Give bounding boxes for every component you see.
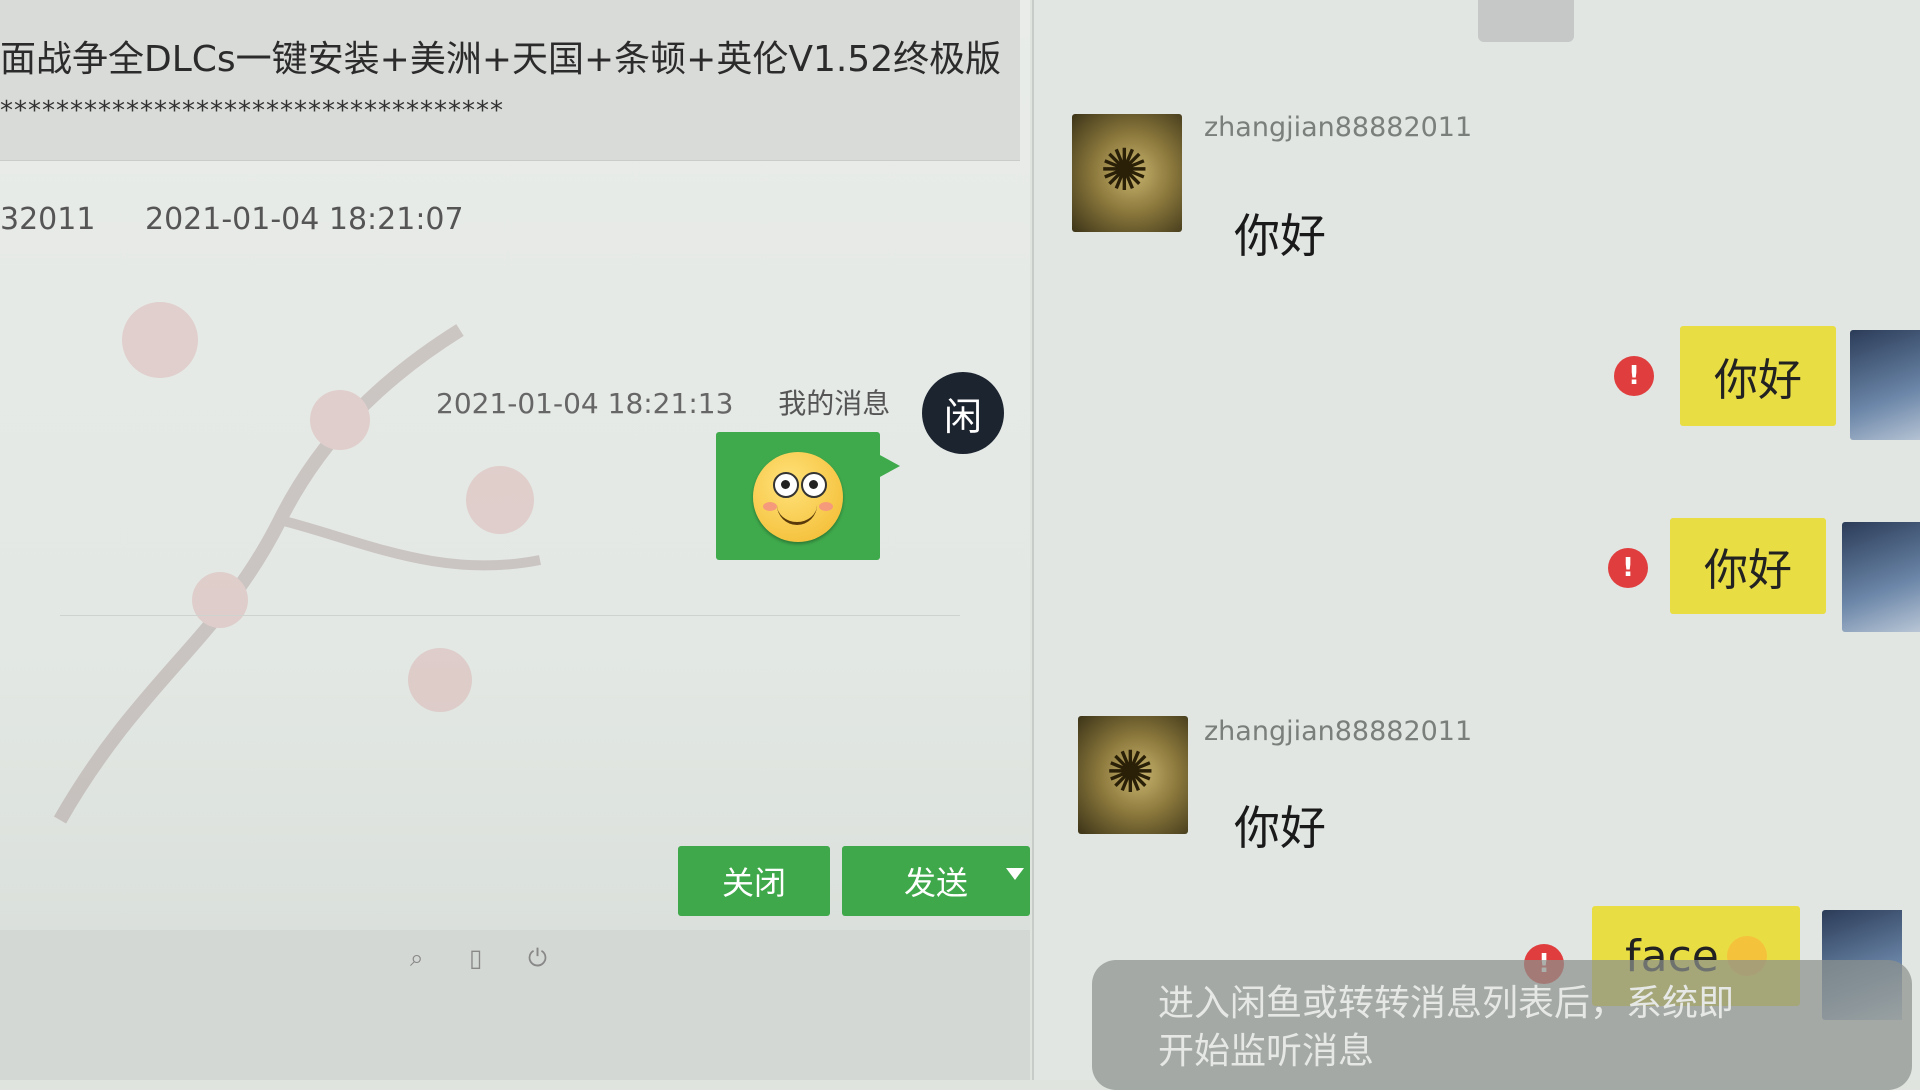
avatar <box>1078 716 1188 834</box>
error-icon[interactable]: ! <box>1608 548 1648 588</box>
clipboard-icon[interactable]: ▯ <box>469 944 482 972</box>
chat-window-right: zhangjian88882011 你好 ! 你好 ! 你好 zhangjian… <box>1032 0 1920 1080</box>
my-avatar <box>1850 330 1920 440</box>
xianyu-avatar-badge: 闲 <box>922 372 1004 454</box>
my-message-time: 2021-01-04 18:21:13 <box>436 387 734 420</box>
sender-username: zhangjian88882011 <box>1204 112 1473 143</box>
top-tab[interactable] <box>1478 0 1574 42</box>
my-message-meta: 2021-01-04 18:21:13 我的消息 <box>436 382 890 422</box>
send-button[interactable]: 发送 <box>842 846 1030 916</box>
received-message-text: 你好 <box>1234 801 1326 855</box>
toast-line-2: 开始监听消息 <box>1158 1031 1375 1072</box>
input-divider <box>60 615 960 616</box>
chat-window-left: 面战争全DLCs一键安装+美洲+天国+条顿+英伦V1.52终极版 *******… <box>0 0 1030 1080</box>
smiley-emoji-icon <box>753 452 843 542</box>
received-message-text: 你好 <box>1234 209 1326 263</box>
sender-id: 32011 <box>0 202 96 237</box>
error-icon[interactable]: ! <box>1614 356 1654 396</box>
search-icon[interactable]: ⌕ <box>410 944 423 972</box>
monitoring-toast: 进入闲鱼或转转消息列表后，系统即 开始监听消息 <box>1092 960 1912 1090</box>
incoming-message-meta: 32011 2021-01-04 18:21:07 <box>0 202 504 237</box>
my-emoji-message-bubble <box>716 432 900 560</box>
sent-message-bubble: 你好 <box>1680 326 1836 426</box>
avatar <box>1072 114 1182 232</box>
close-button[interactable]: 关闭 <box>678 846 830 916</box>
my-avatar <box>1842 522 1920 632</box>
toast-line-1: 进入闲鱼或转转消息列表后，系统即 <box>1158 983 1735 1024</box>
sent-message-bubble: 你好 <box>1670 518 1826 614</box>
left-header: 面战争全DLCs一键安装+美洲+天国+条顿+英伦V1.52终极版 *******… <box>0 0 1020 161</box>
item-title: 面战争全DLCs一键安装+美洲+天国+条顿+英伦V1.52终极版 <box>0 39 1002 80</box>
power-icon[interactable]: ⏻ <box>528 944 547 972</box>
sender-username: zhangjian88882011 <box>1204 716 1473 747</box>
bottom-toolbar: ⌕ ▯ ⏻ <box>410 944 585 972</box>
chevron-down-icon[interactable] <box>1006 868 1024 880</box>
title-stars: ************************************ <box>0 96 504 126</box>
my-message-label: 我的消息 <box>778 387 891 420</box>
message-time: 2021-01-04 18:21:07 <box>144 202 464 237</box>
send-label: 发送 <box>903 864 968 902</box>
plum-blossom-watermark <box>53 302 541 824</box>
